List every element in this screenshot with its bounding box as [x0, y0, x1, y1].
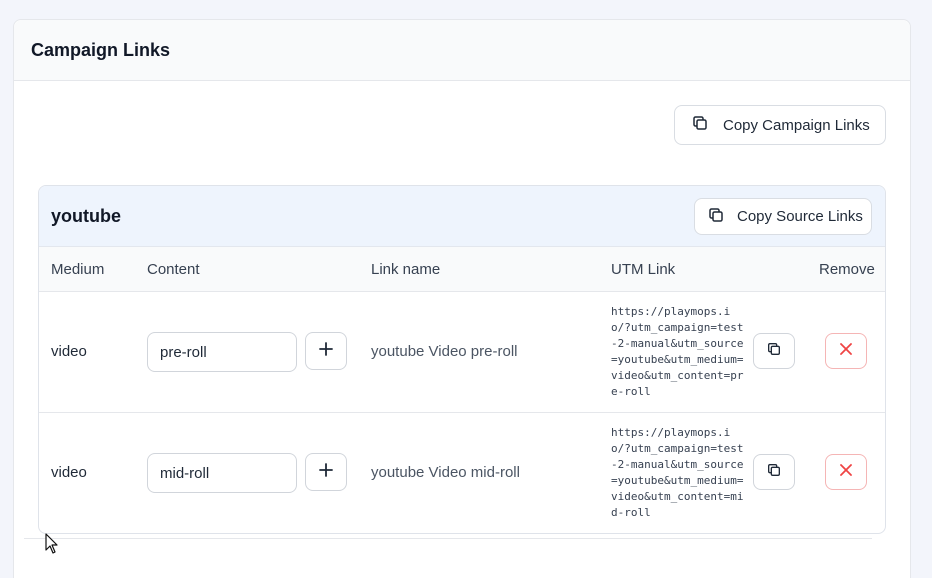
utm-link-cell: https://playmops.io/?utm_campaign=test-2…	[611, 426, 744, 519]
remove-row-button[interactable]	[825, 454, 867, 490]
copy-icon	[766, 462, 782, 483]
content-input[interactable]	[147, 453, 297, 493]
table-header: Medium Content Link name UTM Link Remove	[39, 247, 885, 292]
campaign-links-panel: Campaign Links Copy Campaign Links youtu…	[13, 19, 911, 578]
medium-cell: video	[51, 343, 87, 360]
copy-link-button[interactable]	[753, 333, 795, 369]
plus-icon	[319, 462, 333, 482]
source-header: youtube Copy Source Links	[39, 186, 885, 247]
table-row: video youtube Video mid-roll https://pla…	[39, 413, 885, 533]
copy-icon	[766, 341, 782, 362]
copy-source-links-label: Copy Source Links	[737, 208, 863, 225]
mouse-cursor-icon	[45, 533, 59, 559]
remove-row-button[interactable]	[825, 333, 867, 369]
copy-campaign-links-label: Copy Campaign Links	[723, 116, 870, 134]
copy-icon	[707, 206, 725, 228]
add-content-button[interactable]	[305, 332, 347, 370]
column-header-utm-link: UTM Link	[611, 261, 676, 278]
copy-source-links-button[interactable]: Copy Source Links	[694, 198, 872, 235]
column-header-content: Content	[147, 261, 200, 278]
copy-icon	[691, 114, 709, 136]
column-header-remove: Remove	[819, 261, 875, 278]
table-row: video youtube Video pre-roll https://pla…	[39, 292, 885, 413]
copy-link-button[interactable]	[753, 454, 795, 490]
copy-campaign-links-button[interactable]: Copy Campaign Links	[674, 105, 886, 145]
plus-icon	[319, 341, 333, 361]
medium-cell: video	[51, 464, 87, 481]
panel-header: Campaign Links	[14, 20, 910, 81]
panel-title: Campaign Links	[31, 39, 171, 60]
source-title: youtube	[51, 205, 121, 226]
section-divider	[24, 538, 872, 539]
link-name-cell: youtube Video pre-roll	[371, 343, 518, 360]
column-header-medium: Medium	[51, 261, 105, 278]
utm-link-cell: https://playmops.io/?utm_campaign=test-2…	[611, 305, 744, 398]
close-icon	[840, 463, 852, 481]
add-content-button[interactable]	[305, 453, 347, 491]
content-input[interactable]	[147, 332, 297, 372]
source-card-youtube: youtube Copy Source Links Medium Content…	[38, 185, 886, 534]
close-icon	[840, 342, 852, 360]
link-name-cell: youtube Video mid-roll	[371, 464, 520, 481]
column-header-link-name: Link name	[371, 261, 441, 278]
